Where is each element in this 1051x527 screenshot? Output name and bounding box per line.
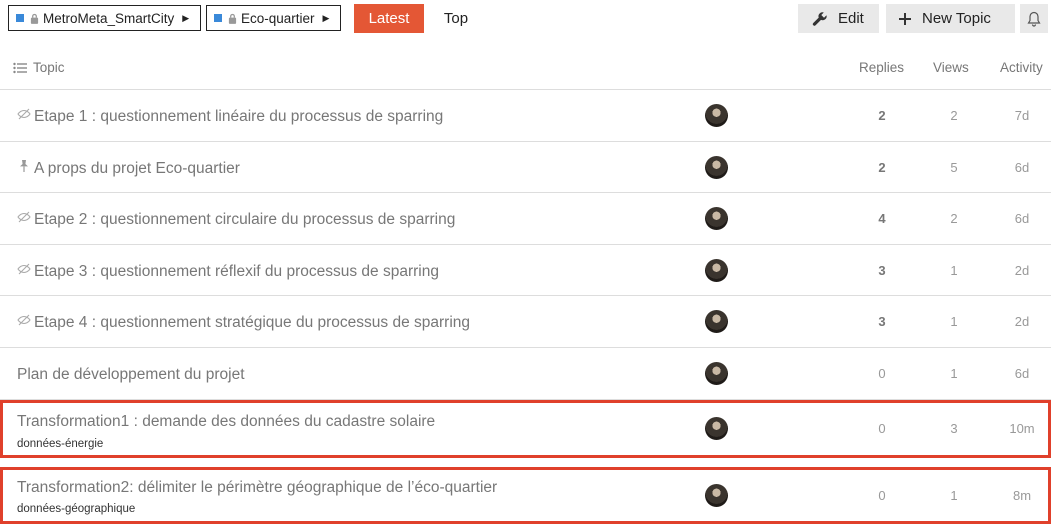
- column-header-views[interactable]: Views: [933, 60, 969, 75]
- activity-time[interactable]: 6d: [1002, 366, 1042, 381]
- tab-latest[interactable]: Latest: [354, 4, 424, 33]
- unlisted-icon: [17, 107, 31, 126]
- activity-time[interactable]: 2d: [1002, 263, 1042, 278]
- activity-time[interactable]: 8m: [1002, 488, 1042, 503]
- lock-icon: [228, 13, 237, 24]
- avatar[interactable]: [705, 207, 728, 230]
- topic-title-link[interactable]: Transformation2: délimiter le périmètre …: [17, 479, 497, 497]
- new-topic-label: New Topic: [922, 10, 991, 27]
- edit-label: Edit: [838, 10, 864, 27]
- topic-title: Etape 4 : questionnement stratégique du …: [34, 313, 470, 331]
- replies-count[interactable]: 2: [862, 160, 902, 175]
- bell-icon: [1027, 11, 1041, 27]
- views-count: 2: [950, 108, 958, 123]
- column-label: Topic: [33, 60, 65, 75]
- avatar[interactable]: [705, 156, 728, 179]
- topic-row[interactable]: Etape 1 : questionnement linéaire du pro…: [0, 90, 1051, 142]
- caret-right-icon: ▶: [322, 12, 330, 23]
- category-breadcrumb-metrometa[interactable]: MetroMeta_SmartCity ▶: [8, 5, 201, 31]
- topic-title-link[interactable]: Etape 2 : questionnement circulaire du p…: [17, 210, 455, 229]
- list-icon: [13, 62, 27, 73]
- topic-row[interactable]: Transformation2: délimiter le périmètre …: [0, 467, 1051, 524]
- category-color-badge: [214, 14, 222, 22]
- topic-title-link[interactable]: Etape 4 : questionnement stratégique du …: [17, 313, 470, 332]
- unlisted-icon: [17, 313, 31, 332]
- replies-count[interactable]: 0: [862, 421, 902, 436]
- replies-count[interactable]: 3: [862, 314, 902, 329]
- new-topic-button[interactable]: New Topic: [886, 4, 1015, 33]
- replies-count[interactable]: 3: [862, 263, 902, 278]
- column-header-activity[interactable]: Activity: [1000, 60, 1043, 75]
- plus-icon: [899, 12, 911, 25]
- activity-time[interactable]: 7d: [1002, 108, 1042, 123]
- lock-icon: [30, 13, 39, 24]
- views-count: 3: [950, 421, 958, 436]
- activity-time[interactable]: 6d: [1002, 211, 1042, 226]
- avatar[interactable]: [705, 417, 728, 440]
- topic-row[interactable]: A props du projet Eco-quartier 2 5 6d: [0, 142, 1051, 193]
- topic-row[interactable]: Plan de développement du projet 0 1 6d: [0, 348, 1051, 400]
- views-count: 1: [950, 314, 958, 329]
- views-count: 1: [950, 263, 958, 278]
- topic-tag[interactable]: données-énergie: [17, 438, 103, 450]
- unlisted-icon: [17, 210, 31, 229]
- topic-title: A props du projet Eco-quartier: [34, 159, 240, 177]
- avatar[interactable]: [705, 362, 728, 385]
- views-count: 5: [950, 160, 958, 175]
- category-breadcrumb-eco-quartier[interactable]: Eco-quartier ▶: [206, 5, 341, 31]
- views-count: 1: [950, 366, 958, 381]
- replies-count[interactable]: 2: [862, 108, 902, 123]
- edit-category-button[interactable]: Edit: [798, 4, 879, 33]
- topic-title: Transformation2: délimiter le périmètre …: [17, 479, 498, 496]
- avatar[interactable]: [705, 104, 728, 127]
- activity-time[interactable]: 6d: [1002, 160, 1042, 175]
- breadcrumb-label: MetroMeta_SmartCity: [43, 10, 175, 26]
- topic-title: Transformation1 : demande des données du…: [17, 413, 436, 430]
- replies-count[interactable]: 4: [862, 211, 902, 226]
- topic-title-link[interactable]: Transformation1 : demande des données du…: [17, 413, 435, 431]
- column-header-replies[interactable]: Replies: [859, 60, 904, 75]
- pin-icon: [17, 159, 31, 178]
- topic-list-header: Topic Replies Views Activity: [0, 52, 1051, 90]
- topic-title: Plan de développement du projet: [17, 366, 245, 383]
- topic-row[interactable]: Etape 4 : questionnement stratégique du …: [0, 296, 1051, 348]
- topic-title-link[interactable]: Etape 1 : questionnement linéaire du pro…: [17, 107, 443, 126]
- topic-row[interactable]: Transformation1 : demande des données du…: [0, 400, 1051, 458]
- breadcrumb-label: Eco-quartier: [241, 10, 315, 26]
- category-color-badge: [16, 14, 24, 22]
- notifications-button[interactable]: [1020, 4, 1048, 33]
- tab-top[interactable]: Top: [436, 4, 476, 33]
- topic-title: Etape 1 : questionnement linéaire du pro…: [34, 107, 444, 125]
- topic-row[interactable]: Etape 2 : questionnement circulaire du p…: [0, 193, 1051, 245]
- topic-title: Etape 3 : questionnement réflexif du pro…: [34, 262, 439, 280]
- caret-right-icon: ▶: [182, 12, 190, 23]
- avatar[interactable]: [705, 484, 728, 507]
- views-count: 1: [950, 488, 958, 503]
- avatar[interactable]: [705, 259, 728, 282]
- topic-row[interactable]: Etape 3 : questionnement réflexif du pro…: [0, 245, 1051, 296]
- activity-time[interactable]: 2d: [1002, 314, 1042, 329]
- topic-tag[interactable]: données-géographique: [17, 503, 135, 515]
- replies-count[interactable]: 0: [862, 488, 902, 503]
- topic-title-link[interactable]: Etape 3 : questionnement réflexif du pro…: [17, 262, 439, 281]
- top-navigation: MetroMeta_SmartCity ▶ Eco-quartier ▶ Lat…: [0, 0, 1051, 38]
- column-header-topic[interactable]: Topic: [13, 60, 65, 75]
- topic-title-link[interactable]: Plan de développement du projet: [17, 366, 245, 384]
- avatar[interactable]: [705, 310, 728, 333]
- topic-title: Etape 2 : questionnement circulaire du p…: [34, 210, 456, 228]
- replies-count[interactable]: 0: [862, 366, 902, 381]
- unlisted-icon: [17, 262, 31, 281]
- topic-title-link[interactable]: A props du projet Eco-quartier: [17, 159, 240, 178]
- activity-time[interactable]: 10m: [1002, 421, 1042, 436]
- wrench-icon: [812, 11, 827, 26]
- views-count: 2: [950, 211, 958, 226]
